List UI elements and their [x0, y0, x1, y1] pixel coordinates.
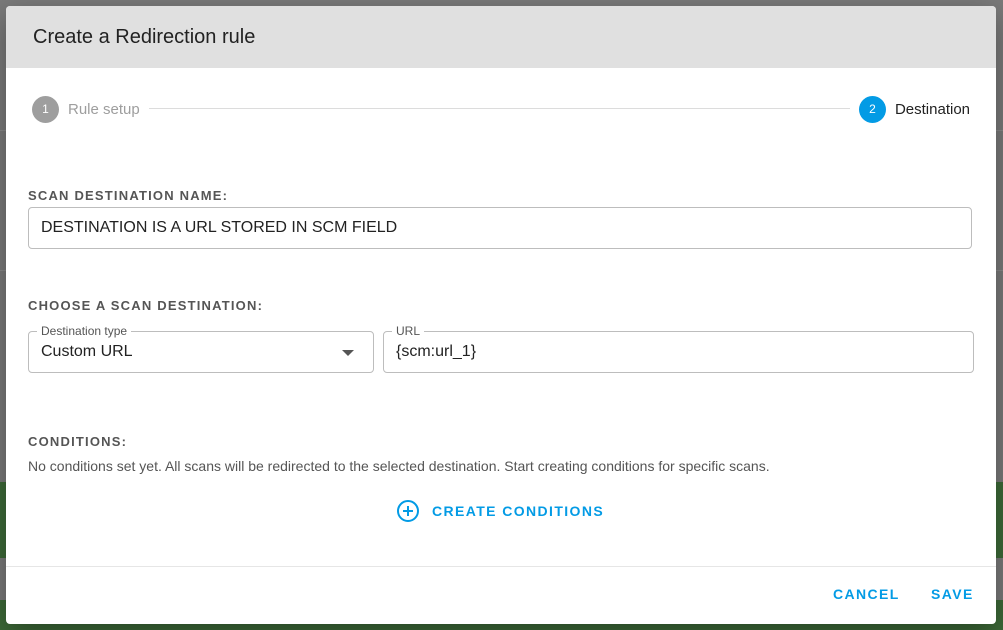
step-label: Rule setup: [68, 100, 140, 118]
destination-type-value: Custom URL: [41, 343, 133, 360]
scan-destination-name-value: DESTINATION IS A URL STORED IN SCM FIELD: [41, 219, 398, 236]
destination-type-select[interactable]: Destination type Custom URL: [28, 324, 374, 373]
step-label: Destination: [894, 100, 970, 118]
choose-scan-destination-label: CHOOSE A SCAN DESTINATION:: [28, 298, 264, 313]
footer-divider: [6, 566, 996, 567]
redirection-rule-dialog: Create a Redirection rule 1 Rule setup 2…: [6, 6, 996, 624]
plus-circle-icon: [397, 500, 419, 522]
conditions-help-text: No conditions set yet. All scans will be…: [28, 458, 770, 474]
step-number-circle: 1: [32, 95, 59, 123]
conditions-label: CONDITIONS:: [28, 434, 128, 449]
dialog-title: Create a Redirection rule: [33, 25, 256, 48]
caret-down-icon[interactable]: [342, 350, 354, 356]
url-label: URL: [392, 324, 425, 338]
save-button[interactable]: SAVE: [931, 586, 974, 602]
step-number-circle: 2: [858, 95, 886, 123]
dialog-header: Create a Redirection rule: [6, 6, 996, 68]
cancel-button[interactable]: CANCEL: [833, 586, 900, 602]
url-value: {scm:url_1}: [396, 343, 477, 360]
stepper-connector: [149, 108, 850, 109]
create-conditions-label: CREATE CONDITIONS: [432, 503, 605, 519]
create-conditions-button[interactable]: CREATE CONDITIONS: [397, 499, 604, 523]
destination-type-label: Destination type: [37, 324, 132, 338]
url-input[interactable]: URL {scm:url_1}: [383, 324, 974, 373]
stepper: 1 Rule setup 2 Destination: [32, 95, 970, 123]
step-rule-setup[interactable]: 1 Rule setup: [32, 95, 140, 123]
scan-destination-name-label: SCAN DESTINATION NAME:: [28, 188, 229, 203]
step-destination[interactable]: 2 Destination: [858, 95, 970, 123]
scan-destination-name-input[interactable]: DESTINATION IS A URL STORED IN SCM FIELD: [28, 207, 972, 249]
